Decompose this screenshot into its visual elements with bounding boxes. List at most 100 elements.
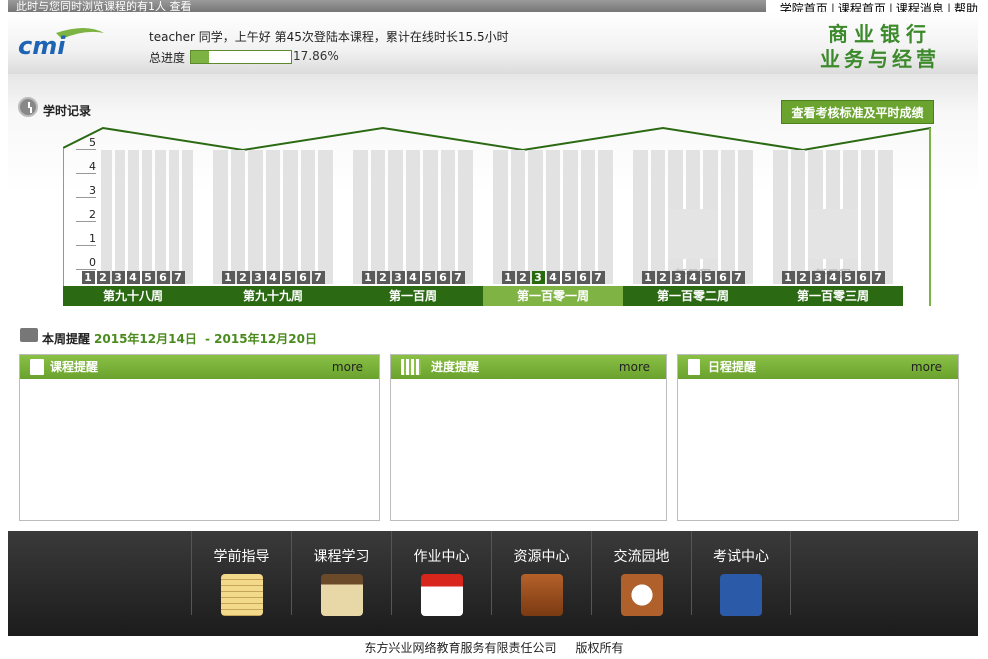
- day-button[interactable]: 7: [311, 271, 325, 284]
- day-stripe: [790, 150, 806, 284]
- day-button[interactable]: 5: [701, 271, 715, 284]
- day-button[interactable]: 6: [856, 271, 870, 284]
- day-stripes: [353, 150, 474, 284]
- week-label[interactable]: 第九十八周: [63, 286, 203, 306]
- more-link[interactable]: more: [619, 355, 650, 379]
- nav-item-notepad[interactable]: 学前指导: [191, 531, 291, 616]
- day-button[interactable]: 4: [406, 271, 420, 284]
- day-button[interactable]: 6: [296, 271, 310, 284]
- brand-line2: 业务与经营: [820, 47, 940, 71]
- module-nav: 学前指导 课程学习 作业中心 资源中心 交流园地 考试中心: [191, 531, 791, 616]
- view-standards-button[interactable]: 查看考核标准及平时成绩: [781, 100, 934, 124]
- day-button[interactable]: 1: [501, 271, 515, 284]
- week-column: 1 2 3 4 5 6 7 第九十八周: [63, 124, 203, 306]
- week-label[interactable]: 第一百周: [343, 286, 483, 306]
- day-button[interactable]: 1: [221, 271, 235, 284]
- day-buttons: 1234567: [203, 271, 343, 284]
- more-link[interactable]: more: [332, 355, 363, 379]
- day-button[interactable]: 5: [281, 271, 295, 284]
- day-button[interactable]: 5: [841, 271, 855, 284]
- day-button[interactable]: 2: [796, 271, 810, 284]
- week-start-date: 2015年12月14日: [94, 332, 197, 346]
- day-button[interactable]: 4: [126, 271, 140, 284]
- day-button[interactable]: 1: [81, 271, 95, 284]
- week-label[interactable]: 第一百零三周: [763, 286, 903, 306]
- day-button[interactable]: 3: [671, 271, 685, 284]
- progress-reminder-panel: 进度提醒 more: [390, 354, 667, 521]
- nav-item-notebook[interactable]: 课程学习: [291, 531, 391, 616]
- day-button[interactable]: 4: [686, 271, 700, 284]
- day-button[interactable]: 1: [781, 271, 795, 284]
- more-link[interactable]: more: [911, 355, 942, 379]
- panel-header: 进度提醒 more: [391, 355, 666, 379]
- week-label[interactable]: 第九十九周: [203, 286, 343, 306]
- nav-item-chat[interactable]: 交流园地: [591, 531, 691, 616]
- day-button[interactable]: 6: [436, 271, 450, 284]
- day-buttons: 1234567: [483, 271, 623, 284]
- day-stripe: [101, 150, 112, 284]
- day-button[interactable]: 2: [236, 271, 250, 284]
- day-stripe: [580, 150, 596, 284]
- day-stripe: [493, 150, 508, 284]
- day-stripe: [283, 150, 298, 284]
- day-button[interactable]: 5: [561, 271, 575, 284]
- day-button[interactable]: 7: [591, 271, 605, 284]
- week-label[interactable]: 第一百零一周: [483, 286, 623, 306]
- day-stripe: [370, 150, 386, 284]
- notepad-icon: [220, 574, 263, 616]
- day-button[interactable]: 2: [656, 271, 670, 284]
- new-schedule-box[interactable]: [808, 209, 858, 259]
- day-stripe: [860, 150, 876, 284]
- weekly-title: 本周提醒: [42, 332, 91, 346]
- day-stripe: [510, 150, 526, 284]
- day-button[interactable]: 1: [641, 271, 655, 284]
- day-button[interactable]: 6: [156, 271, 170, 284]
- day-button[interactable]: 7: [731, 271, 745, 284]
- day-button[interactable]: 4: [826, 271, 840, 284]
- day-button[interactable]: 7: [171, 271, 185, 284]
- nav-item-download[interactable]: 资源中心: [491, 531, 591, 616]
- nav-label: 考试中心: [713, 549, 769, 565]
- nav-label: 资源中心: [513, 549, 570, 565]
- day-button[interactable]: 2: [516, 271, 530, 284]
- day-stripe: [128, 150, 139, 284]
- nav-label: 学前指导: [213, 549, 270, 565]
- day-stripe: [182, 150, 194, 284]
- course-reminder-panel: 课程提醒 more: [19, 354, 380, 521]
- day-button[interactable]: 3: [111, 271, 125, 284]
- day-buttons: 1234567: [763, 271, 903, 284]
- day-button[interactable]: 3: [391, 271, 405, 284]
- download-icon: [520, 574, 563, 616]
- day-button[interactable]: 1: [361, 271, 375, 284]
- brand-line1: 商业银行: [828, 22, 932, 46]
- day-button[interactable]: 3: [531, 271, 545, 284]
- day-button[interactable]: 6: [716, 271, 730, 284]
- day-button[interactable]: 7: [871, 271, 885, 284]
- day-stripe: [528, 150, 543, 284]
- week-label[interactable]: 第一百零二周: [623, 286, 763, 306]
- day-buttons: 1234567: [63, 271, 203, 284]
- day-button[interactable]: 7: [451, 271, 465, 284]
- day-button[interactable]: 3: [251, 271, 265, 284]
- day-button[interactable]: 4: [546, 271, 560, 284]
- company-name: 东方兴业网络教育服务有限责任公司: [364, 641, 557, 655]
- nav-item-calendar[interactable]: 作业中心: [391, 531, 491, 616]
- day-stripe: [878, 150, 894, 284]
- week-column: 新日程1234567第一百零三周: [763, 124, 903, 306]
- day-button[interactable]: 2: [376, 271, 390, 284]
- nav-item-book[interactable]: 考试中心: [691, 531, 791, 616]
- progress-fill: [191, 51, 209, 63]
- week-column: 1 2 3 4 5 6 7 第一百零一周: [483, 124, 623, 306]
- progress-label: 总进度: [149, 51, 186, 65]
- day-stripe: [155, 150, 166, 284]
- new-schedule-box[interactable]: [668, 209, 718, 259]
- day-button[interactable]: 3: [811, 271, 825, 284]
- day-button[interactable]: 5: [141, 271, 155, 284]
- day-stripe: [458, 150, 474, 284]
- day-button[interactable]: 2: [96, 271, 110, 284]
- day-button[interactable]: 6: [576, 271, 590, 284]
- day-button[interactable]: 4: [266, 271, 280, 284]
- week-column: 新日程1234567第一百零二周: [623, 124, 763, 306]
- day-button[interactable]: 5: [421, 271, 435, 284]
- day-stripe: [114, 150, 126, 284]
